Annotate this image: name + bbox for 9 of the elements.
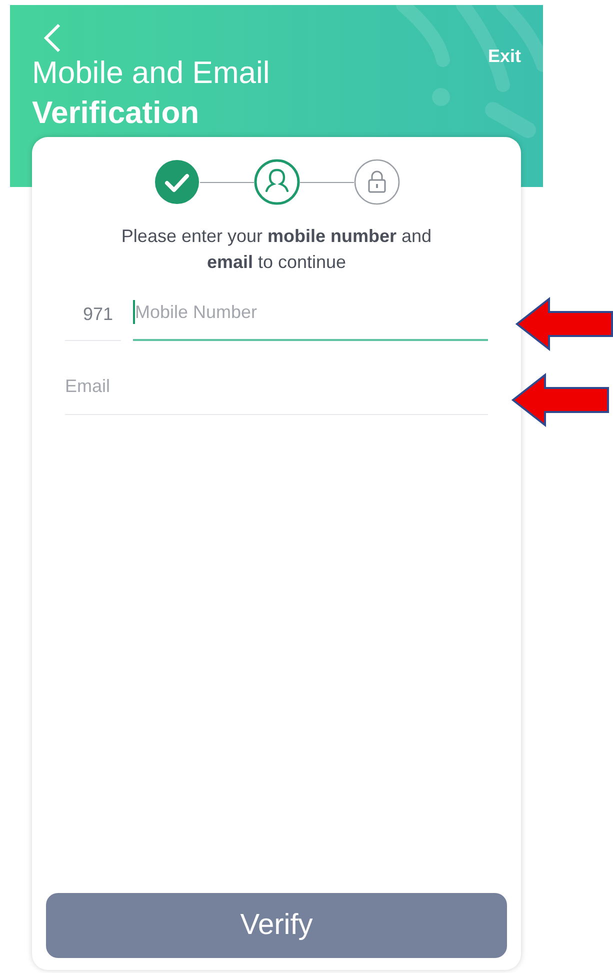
country-code[interactable]: 971 (65, 301, 121, 341)
text-cursor (133, 300, 135, 324)
instruction-text: Please enter your mobile number and email to continue (120, 225, 433, 274)
page-title: Mobile and Email (32, 54, 270, 92)
mobile-number-field[interactable]: Mobile Number (135, 292, 488, 332)
exit-link[interactable]: Exit (488, 43, 521, 70)
back-icon (42, 23, 62, 53)
page-subtitle: Verification (32, 94, 200, 132)
email-field[interactable]: Email (65, 366, 488, 406)
